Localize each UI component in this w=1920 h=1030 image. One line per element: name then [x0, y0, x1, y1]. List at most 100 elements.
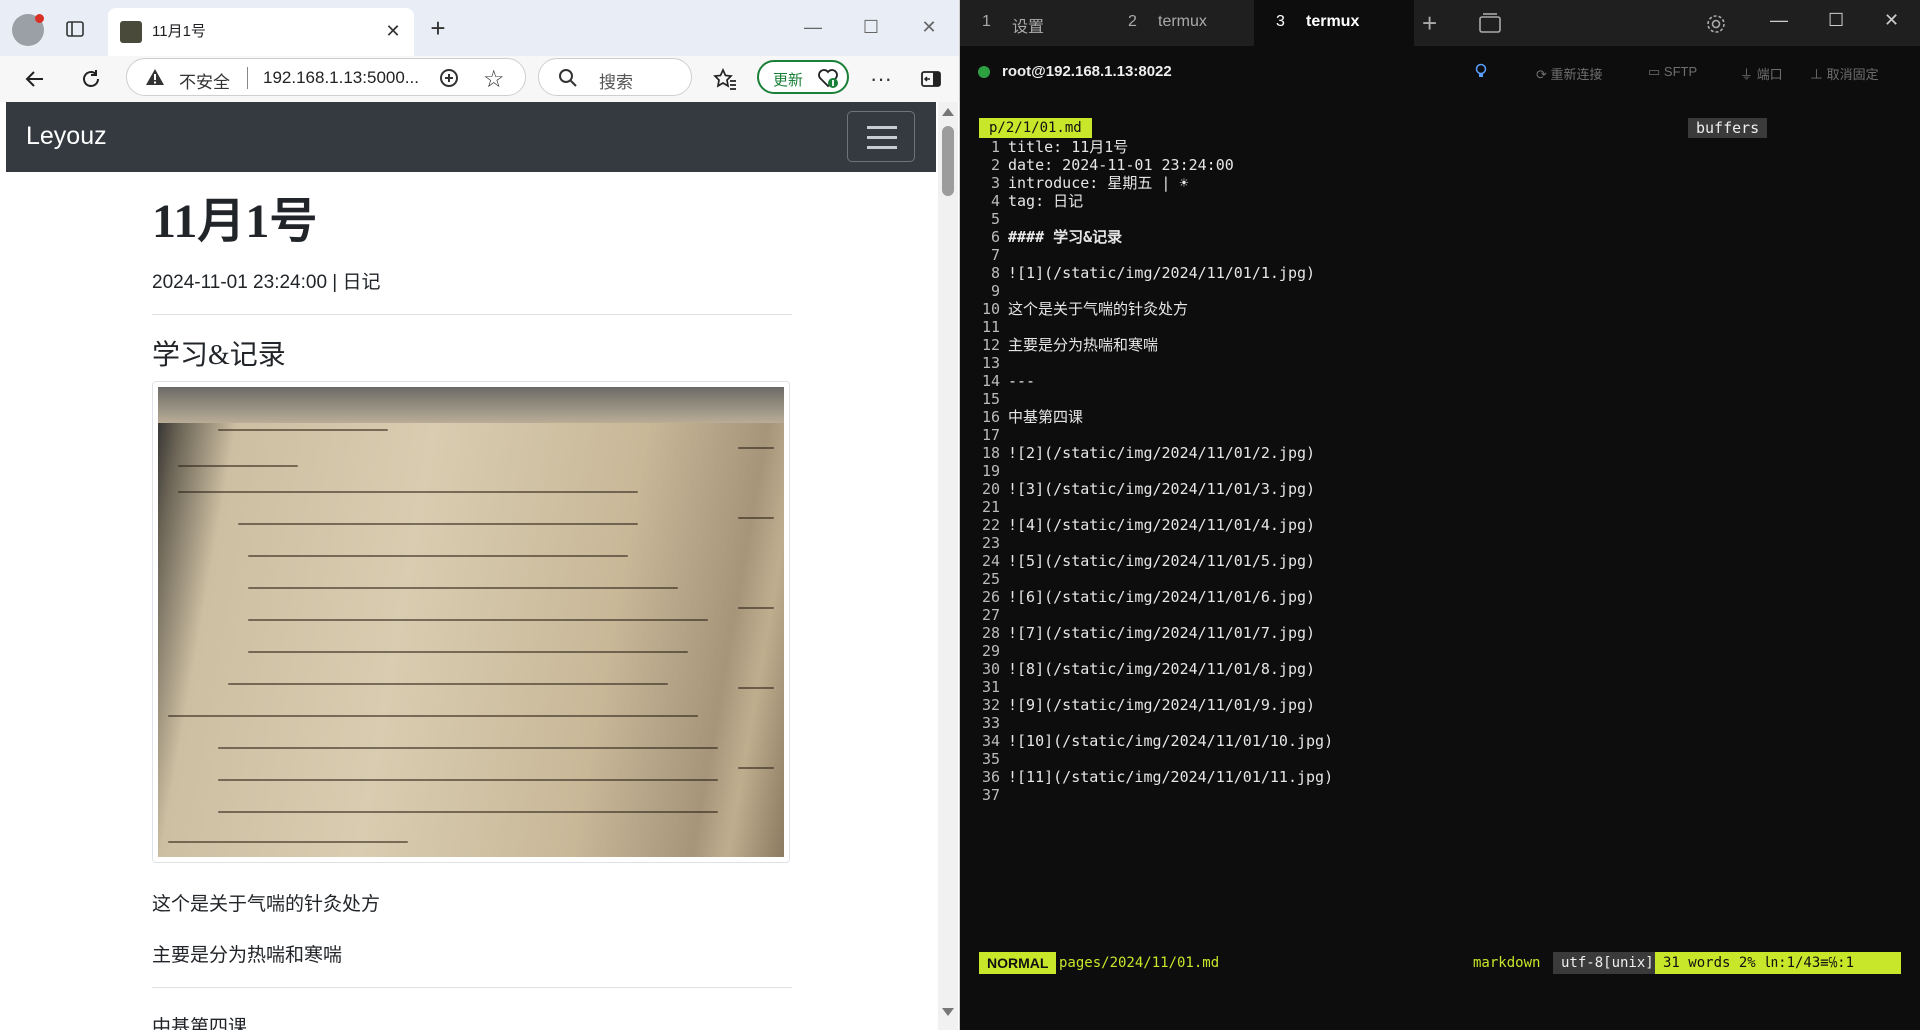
port-button[interactable]: ⏚ 端口 — [1740, 64, 1783, 83]
editor-line[interactable]: 6 #### 学习&记录 — [960, 228, 1920, 246]
editor-line[interactable]: 5 — [960, 210, 1920, 228]
tab-number: 3 — [1276, 13, 1285, 30]
editor-line[interactable]: 15 — [960, 390, 1920, 408]
editor-line[interactable]: 29 — [960, 642, 1920, 660]
editor-line[interactable]: 28 ![7](/static/img/2024/11/01/7.jpg) — [960, 624, 1920, 642]
refresh-icon[interactable] — [76, 64, 106, 94]
editor-line[interactable]: 17 — [960, 426, 1920, 444]
scroll-down-arrow-icon[interactable] — [942, 1008, 954, 1016]
browser-tab-active[interactable]: 11月1号 ✕ — [108, 8, 414, 56]
sftp-button[interactable]: ▭ SFTP — [1648, 64, 1697, 80]
line-number: 34 — [981, 732, 1000, 750]
editor-line[interactable]: 16 中基第四课 — [960, 408, 1920, 426]
refresh-translate-icon[interactable] — [437, 66, 461, 90]
editor-line[interactable]: 31 — [960, 678, 1920, 696]
close-window-icon[interactable]: ✕ — [1884, 10, 1899, 31]
editor-line[interactable]: 37 — [960, 786, 1920, 804]
editor-line[interactable]: 22 ![4](/static/img/2024/11/01/4.jpg) — [960, 516, 1920, 534]
terminal-tab-termux-active[interactable]: 3 termux — [1254, 0, 1414, 46]
line-text: introduce: 星期五 | ☀ — [1008, 174, 1189, 192]
site-navbar: Leyouz — [6, 102, 936, 172]
editor-line[interactable]: 12 主要是分为热喘和寒喘 — [960, 336, 1920, 354]
editor-line[interactable]: 35 — [960, 750, 1920, 768]
editor-line[interactable]: 36 ![11](/static/img/2024/11/01/11.jpg) — [960, 768, 1920, 786]
post-image-frame — [152, 381, 790, 864]
reconnect-button[interactable]: ⟳ 重新连接 — [1536, 64, 1603, 83]
unpin-button[interactable]: ⊥ 取消固定 — [1810, 64, 1879, 83]
line-number: 8 — [990, 264, 1000, 282]
line-number: 3 — [990, 174, 1000, 192]
editor-line[interactable]: 10 这个是关于气喘的针灸处方 — [960, 300, 1920, 318]
scroll-up-arrow-icon[interactable] — [942, 108, 954, 116]
editor-line[interactable]: 14 --- — [960, 372, 1920, 390]
line-number: 4 — [990, 192, 1000, 210]
back-arrow-icon[interactable] — [20, 64, 50, 94]
line-number: 1 — [990, 138, 1000, 156]
editor-line[interactable]: 26 ![6](/static/img/2024/11/01/6.jpg) — [960, 588, 1920, 606]
editor-line[interactable]: 8 ![1](/static/img/2024/11/01/1.jpg) — [960, 264, 1920, 282]
terminal-tab-termux[interactable]: 2 termux — [1106, 0, 1266, 46]
editor-line[interactable]: 19 — [960, 462, 1920, 480]
close-window-icon[interactable]: ✕ — [916, 14, 942, 40]
line-text: ![3](/static/img/2024/11/01/3.jpg) — [1008, 480, 1316, 498]
tab-title: 11月1号 — [152, 23, 206, 40]
site-brand[interactable]: Leyouz — [26, 122, 107, 151]
new-terminal-tab-icon[interactable]: + — [1422, 8, 1437, 39]
editor-line[interactable]: 13 — [960, 354, 1920, 372]
editor-line[interactable]: 33 — [960, 714, 1920, 732]
star-icon[interactable]: ☆ — [483, 65, 505, 94]
search-box[interactable]: 搜索 — [538, 58, 692, 96]
line-text: 这个是关于气喘的针灸处方 — [1008, 300, 1189, 318]
security-label[interactable]: 不安全 — [179, 68, 230, 93]
tab-overview-icon[interactable] — [1478, 12, 1502, 34]
minimize-icon[interactable]: — — [800, 14, 826, 40]
more-menu-icon[interactable]: ··· — [866, 64, 896, 94]
minimize-icon[interactable]: — — [1770, 10, 1788, 31]
editor-line[interactable]: 32 ![9](/static/img/2024/11/01/9.jpg) — [960, 696, 1920, 714]
warning-icon[interactable] — [145, 67, 165, 87]
scrollbar-thumb[interactable] — [942, 126, 954, 196]
maximize-icon[interactable]: ☐ — [858, 14, 884, 40]
address-bar[interactable]: 不安全 192.168.1.13:5000... ☆ — [126, 58, 526, 96]
page-viewport[interactable]: Leyouz 11月1号 2024-11-01 23:24:00 | 日记 学习… — [0, 102, 959, 1030]
post-meta: 2024-11-01 23:24:00 | 日记 — [152, 272, 381, 294]
gear-icon[interactable] — [1704, 12, 1728, 36]
close-tab-icon[interactable]: ✕ — [382, 20, 404, 42]
editor-line[interactable]: 25 — [960, 570, 1920, 588]
editor-line[interactable]: 30 ![8](/static/img/2024/11/01/8.jpg) — [960, 660, 1920, 678]
tab-actions-icon[interactable] — [64, 18, 86, 40]
editor-line[interactable]: 9 — [960, 282, 1920, 300]
line-text: 中基第四课 — [1008, 408, 1084, 426]
maximize-icon[interactable]: ☐ — [1828, 10, 1844, 31]
paragraph: 主要是分为热喘和寒喘 — [152, 945, 343, 967]
url-text[interactable]: 192.168.1.13:5000... — [263, 68, 419, 88]
editor-line[interactable]: 24 ![5](/static/img/2024/11/01/5.jpg) — [960, 552, 1920, 570]
editor-line[interactable]: 11 — [960, 318, 1920, 336]
scrollbar[interactable] — [938, 102, 958, 1030]
editor-line[interactable]: 20 ![3](/static/img/2024/11/01/3.jpg) — [960, 480, 1920, 498]
vim-editor[interactable]: p/2/1/01.md buffers 1 title: 11月1号 2 date: … — [960, 96, 1920, 1030]
favorites-icon[interactable] — [710, 64, 740, 94]
hamburger-bar — [867, 136, 897, 139]
navbar-toggler-button[interactable] — [847, 111, 915, 162]
line-number: 26 — [981, 588, 1000, 606]
editor-line[interactable]: 34 ![10](/static/img/2024/11/01/10.jpg) — [960, 732, 1920, 750]
editor-line[interactable]: 2 date: 2024-11-01 23:24:00 — [960, 156, 1920, 174]
new-tab-button[interactable]: + — [424, 13, 452, 43]
update-button[interactable]: 更新 — [757, 60, 849, 94]
line-number: 30 — [981, 660, 1000, 678]
editor-line[interactable]: 3 introduce: 星期五 | ☀ — [960, 174, 1920, 192]
editor-line[interactable]: 18 ![2](/static/img/2024/11/01/2.jpg) — [960, 444, 1920, 462]
buffer-tab[interactable]: p/2/1/01.md — [979, 118, 1092, 138]
profile-avatar-button[interactable] — [12, 14, 44, 46]
editor-line[interactable]: 23 — [960, 534, 1920, 552]
lightbulb-icon[interactable] — [1472, 62, 1490, 80]
editor-line[interactable]: 27 — [960, 606, 1920, 624]
editor-line[interactable]: 1 title: 11月1号 — [960, 138, 1920, 156]
editor-line[interactable]: 4 tag: 日记 — [960, 192, 1920, 210]
editor-line[interactable]: 21 — [960, 498, 1920, 516]
sidebar-toggle-icon[interactable] — [916, 64, 946, 94]
terminal-tab-settings[interactable]: 1 设置 — [960, 0, 1120, 46]
editor-line[interactable]: 7 — [960, 246, 1920, 264]
line-text: ![2](/static/img/2024/11/01/2.jpg) — [1008, 444, 1316, 462]
